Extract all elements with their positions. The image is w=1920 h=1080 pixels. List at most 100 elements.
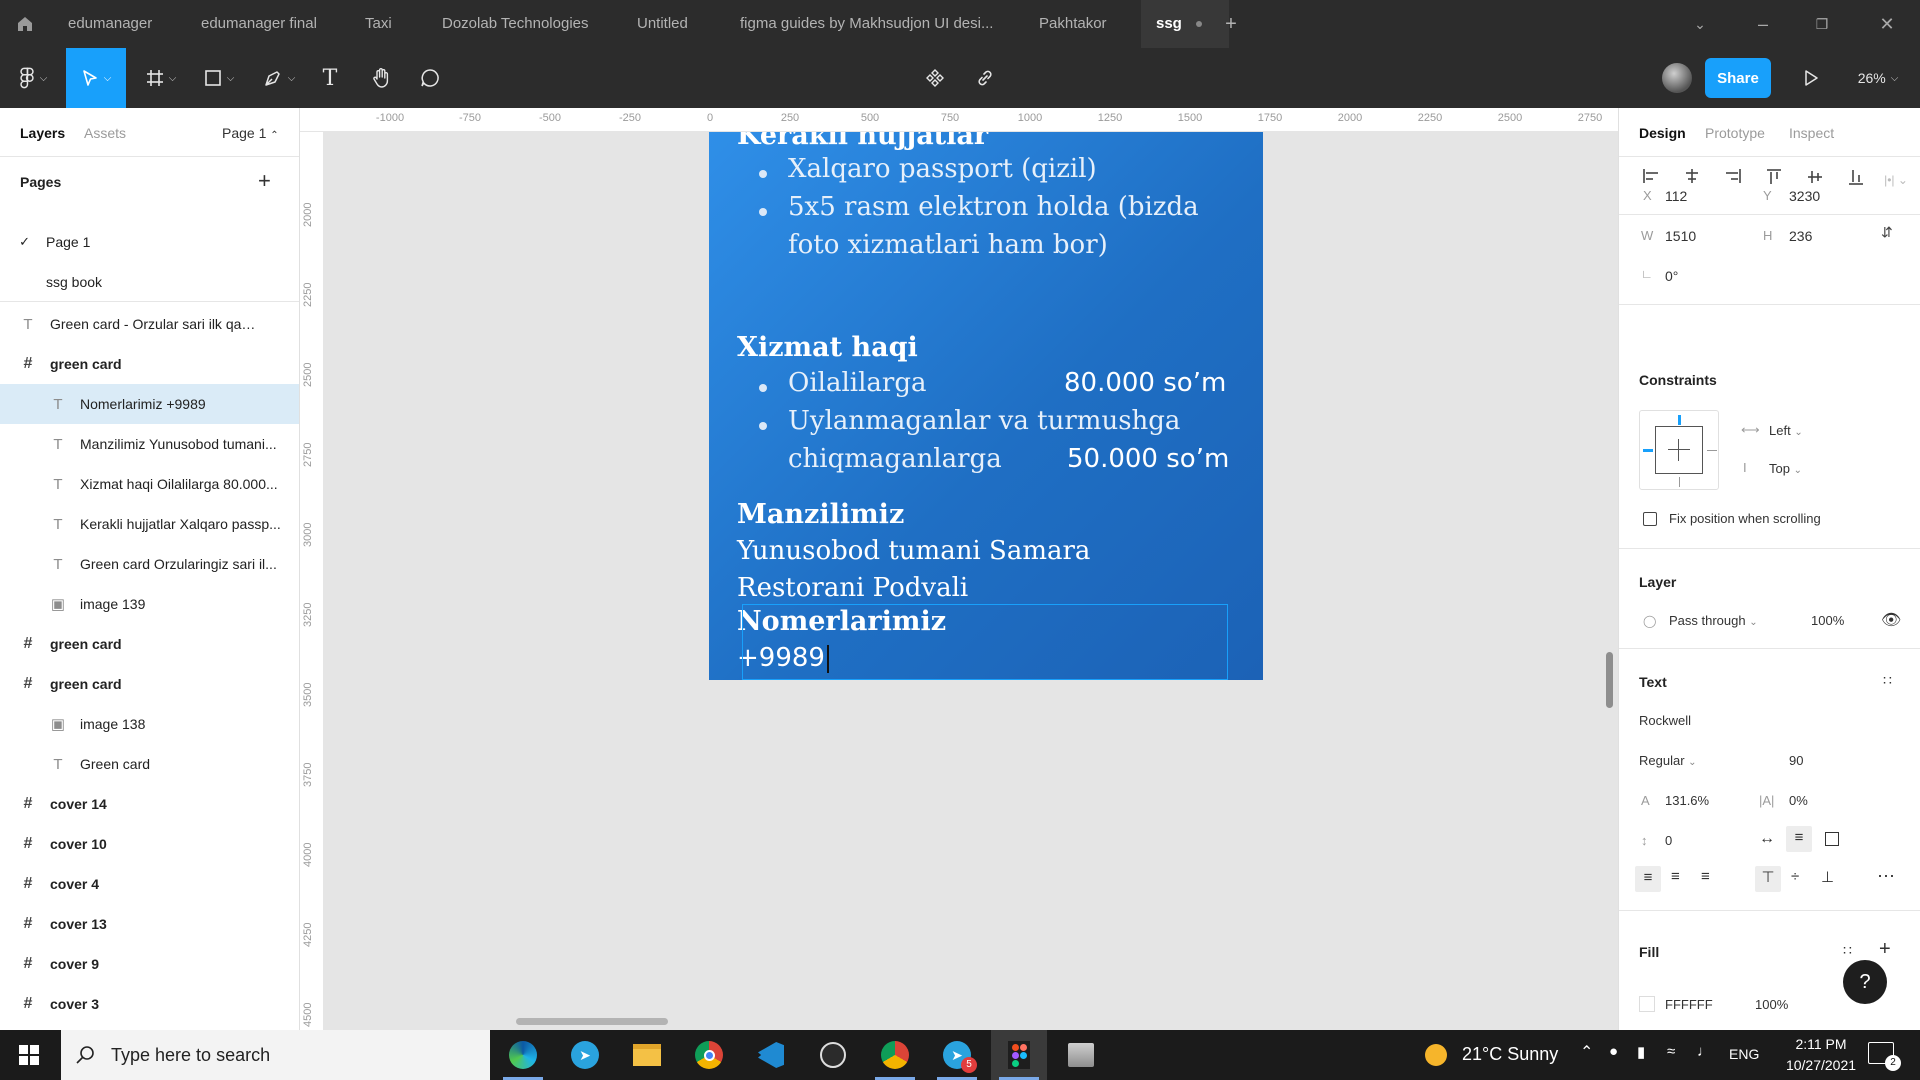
- layer-item[interactable]: T Green card Orzularingiz sari il...: [0, 544, 299, 584]
- docs-item[interactable]: foto xizmatlari ham bor): [788, 230, 1108, 260]
- move-tool-button[interactable]: ⌵: [66, 48, 126, 108]
- page-item-page-1[interactable]: ✓ Page 1: [0, 222, 299, 262]
- auto-height-icon[interactable]: ≡: [1786, 826, 1812, 852]
- tab-ssg[interactable]: ssg: [1141, 0, 1229, 48]
- link-button[interactable]: [970, 48, 1000, 108]
- chrome-profile-app[interactable]: [867, 1030, 923, 1080]
- text-align-right-icon[interactable]: ≡: [1701, 868, 1710, 885]
- fee-price[interactable]: 80.000 so’m: [1064, 368, 1226, 398]
- layer-item[interactable]: T Nomerlarimiz +9989: [0, 384, 299, 424]
- fix-scroll-checkbox[interactable]: [1643, 512, 1657, 526]
- layer-item[interactable]: T Manzilimiz Yunusobod tumani...: [0, 424, 299, 464]
- tab-list-chevron-icon[interactable]: ⌄: [1675, 0, 1725, 48]
- text-align-center-icon[interactable]: ≡: [1671, 868, 1680, 885]
- tab-edumanager-final[interactable]: edumanager final: [201, 0, 341, 48]
- volume-icon[interactable]: ♩: [1697, 1043, 1712, 1060]
- horizontal-scrollbar[interactable]: [516, 1018, 668, 1025]
- constraint-vertical-dropdown[interactable]: Top ⌄: [1769, 461, 1802, 476]
- layer-item[interactable]: # cover 10: [0, 824, 299, 864]
- fill-styles-icon[interactable]: ∷: [1843, 942, 1852, 959]
- comment-tool-button[interactable]: [414, 48, 446, 108]
- canvas[interactable]: Kerakli hujjatlar Xalqaro passport (qizi…: [324, 132, 1618, 1030]
- align-text-top-icon[interactable]: ⊤: [1755, 866, 1781, 892]
- fill-swatch[interactable]: [1639, 996, 1655, 1012]
- add-fill-icon[interactable]: +: [1879, 938, 1891, 961]
- font-family-dropdown[interactable]: Rockwell: [1639, 713, 1691, 728]
- layer-item[interactable]: T Green card: [0, 744, 299, 784]
- constraints-widget[interactable]: [1639, 410, 1719, 490]
- constrain-proportions-icon[interactable]: ⇵: [1881, 224, 1893, 241]
- fee-label[interactable]: chiqmaganlarga: [788, 444, 1002, 474]
- add-page-icon[interactable]: +: [258, 168, 271, 194]
- tab-pakhtakor[interactable]: Pakhtakor: [1039, 0, 1119, 48]
- address-line[interactable]: Restorani Podvali: [737, 573, 968, 603]
- tab-inspect[interactable]: Inspect: [1789, 125, 1834, 141]
- share-button[interactable]: Share: [1705, 58, 1771, 98]
- tab-taxi[interactable]: Taxi: [365, 0, 415, 48]
- clock[interactable]: 2:11 PM 10/27/2021: [1785, 1034, 1857, 1076]
- weather-sun-icon[interactable]: [1425, 1044, 1447, 1066]
- layer-item[interactable]: T Kerakli hujjatlar Xalqaro passp...: [0, 504, 299, 544]
- line-height-field[interactable]: 131.6%: [1665, 793, 1709, 808]
- eye-icon[interactable]: 👁: [1881, 610, 1901, 630]
- package-app[interactable]: [1053, 1030, 1109, 1080]
- taskbar-search-box[interactable]: Type here to search: [61, 1030, 490, 1080]
- rotation-field[interactable]: 0°: [1665, 268, 1678, 284]
- heading-xizmat-haqi[interactable]: Xizmat haqi: [737, 332, 918, 363]
- h-field[interactable]: 236: [1789, 228, 1812, 244]
- pen-tool-button[interactable]: ⌵: [256, 48, 302, 108]
- distribute-icon[interactable]: |•| ⌄: [1881, 168, 1911, 192]
- main-menu-button[interactable]: ⌵: [12, 48, 54, 108]
- x-field[interactable]: 112: [1665, 188, 1687, 204]
- shape-tool-button[interactable]: ⌵: [196, 48, 242, 108]
- vscode-app[interactable]: [743, 1030, 799, 1080]
- network-status-icon[interactable]: ●: [1609, 1043, 1618, 1060]
- minimize-button[interactable]: –: [1738, 0, 1788, 48]
- align-text-middle-icon[interactable]: ÷: [1791, 868, 1799, 885]
- close-button[interactable]: ✕: [1862, 0, 1912, 48]
- home-button[interactable]: [0, 0, 50, 48]
- battery-icon[interactable]: ▮: [1637, 1043, 1645, 1061]
- wifi-icon[interactable]: ≈: [1667, 1043, 1675, 1060]
- tab-dozolab[interactable]: Dozolab Technologies: [442, 0, 612, 48]
- help-button[interactable]: ?: [1843, 960, 1887, 1004]
- vertical-scrollbar[interactable]: [1606, 652, 1613, 708]
- notifications-icon[interactable]: 2: [1868, 1042, 1901, 1071]
- language-indicator[interactable]: ENG: [1729, 1046, 1759, 1062]
- layer-item[interactable]: # green card: [0, 344, 299, 384]
- font-weight-dropdown[interactable]: Regular ⌄: [1639, 753, 1697, 768]
- fill-hex-field[interactable]: FFFFFF: [1665, 997, 1713, 1012]
- weather-text[interactable]: 21°C Sunny: [1462, 1044, 1558, 1065]
- heading-manzilimiz[interactable]: Manzilimiz: [737, 499, 904, 530]
- tab-prototype[interactable]: Prototype: [1705, 125, 1765, 141]
- docs-item[interactable]: 5x5 rasm elektron holda (bizda: [788, 192, 1199, 222]
- page-item-ssg-book[interactable]: ssg book: [0, 262, 299, 302]
- figma-app[interactable]: [991, 1030, 1047, 1080]
- layer-item[interactable]: # cover 3: [0, 984, 299, 1024]
- layer-item[interactable]: # cover 13: [0, 904, 299, 944]
- heading-kerakli-hujjatlar[interactable]: Kerakli hujjatlar: [737, 132, 988, 151]
- obs-app[interactable]: [805, 1030, 861, 1080]
- paragraph-spacing-field[interactable]: 0: [1665, 833, 1672, 848]
- add-tab-button[interactable]: +: [1219, 0, 1243, 48]
- tray-chevron-up-icon[interactable]: ⌃: [1580, 1042, 1593, 1062]
- auto-width-icon[interactable]: ↔: [1759, 830, 1775, 848]
- layer-item[interactable]: # cover 9: [0, 944, 299, 984]
- telegram-app-2[interactable]: ➤ 5: [929, 1030, 985, 1080]
- tab-design[interactable]: Design: [1639, 125, 1686, 141]
- layer-item[interactable]: # green card: [0, 624, 299, 664]
- layer-item[interactable]: T Green card - Orzular sari ilk qadam: [0, 304, 299, 344]
- text-styles-icon[interactable]: ∷: [1883, 672, 1893, 689]
- font-size-field[interactable]: 90: [1789, 753, 1803, 768]
- frame-tool-button[interactable]: ⌵: [138, 48, 184, 108]
- w-field[interactable]: 1510: [1665, 228, 1696, 244]
- layer-item[interactable]: ▣ image 139: [0, 584, 299, 624]
- fee-label[interactable]: Uylanmaganlar va turmushga: [788, 406, 1180, 436]
- restore-button[interactable]: ❐: [1797, 0, 1847, 48]
- layer-item[interactable]: # cover 14: [0, 784, 299, 824]
- letter-spacing-field[interactable]: 0%: [1789, 793, 1808, 808]
- start-button[interactable]: [2, 1030, 56, 1080]
- text-align-left-icon[interactable]: ≡: [1635, 866, 1661, 892]
- fee-label[interactable]: Oilalilarga: [788, 368, 926, 398]
- telegram-app[interactable]: ➤: [557, 1030, 613, 1080]
